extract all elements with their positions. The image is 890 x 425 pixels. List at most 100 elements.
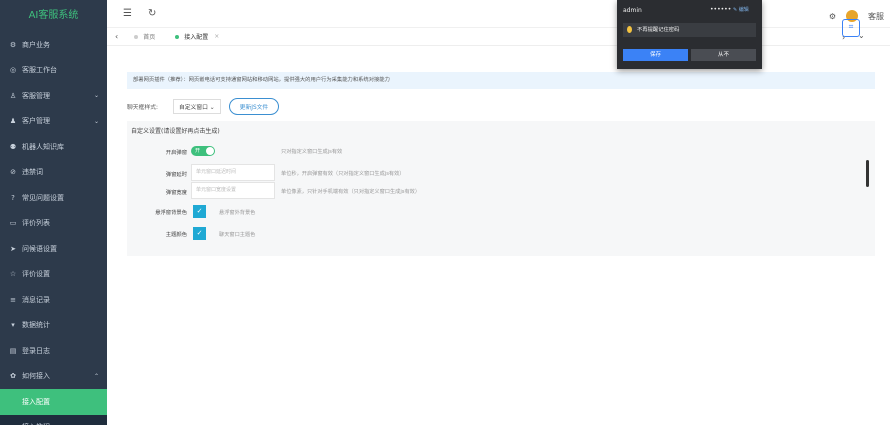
brand-title: AI客服系统	[28, 10, 79, 21]
chevron-icon: ⌄	[93, 117, 99, 125]
sidebar-item-label: 客户管理	[22, 117, 50, 126]
tab-label: 接入配置	[184, 34, 209, 41]
sidebar-item-label: 商户业务	[22, 40, 50, 49]
sidebar-item-label: 常见问题设置	[22, 193, 64, 202]
comment-icon: ▭	[9, 219, 17, 228]
tab-dot-icon	[134, 34, 139, 39]
chevron-icon: ⌃	[93, 372, 99, 380]
popup-delay-label: 弹窗延时	[165, 172, 187, 178]
sidebar-item-3[interactable]: ♟ 客户管理 ⌄	[0, 109, 107, 135]
users-icon: ♟	[9, 117, 17, 126]
theme-color-hint: 聊天窗口主题色	[219, 232, 256, 238]
sidebar-item-2[interactable]: ♙ 客服管理 ⌄	[0, 83, 107, 109]
popup-switch-label: 开启弹窗	[165, 150, 187, 156]
tabs-down-icon[interactable]: ⌄	[858, 31, 865, 40]
submenu-item-1[interactable]: 接入教程	[0, 415, 107, 425]
sidebar-item-12[interactable]: ▤ 登录日志	[0, 338, 107, 364]
gear-icon: ⚙	[9, 40, 17, 49]
log-icon: ▤	[9, 346, 17, 355]
chevron-icon: ⌄	[93, 92, 99, 100]
popup-never-button[interactable]: 从不	[691, 49, 756, 61]
update-js-button[interactable]: 更新JS文件	[228, 98, 280, 115]
popup-width-hint: 单位像素，只针对手机端有效（只对指定义窗口生成js有效）	[281, 189, 421, 195]
custom-settings-panel: 自定义设置(请设置好再点击生成) 开启弹窗 开 只对指定义窗口生成js有效 弹窗…	[127, 121, 875, 256]
sidebar-item-9[interactable]: ☆ 评价设置	[0, 262, 107, 288]
sidebar-item-8[interactable]: ➤ 问候语设置	[0, 236, 107, 262]
float-bg-label: 悬浮窗背景色	[155, 210, 187, 216]
sidebar-item-7[interactable]: ▭ 评价列表	[0, 211, 107, 237]
tab-dot-icon	[175, 34, 180, 39]
sidebar-item-1[interactable]: ◎ 客服工作台	[0, 58, 107, 84]
settings-icon[interactable]: ⚙	[829, 12, 836, 21]
popup-password: ••••••	[710, 6, 732, 13]
tabs-left-icon[interactable]: ‹	[115, 32, 118, 41]
headset-icon: ◎	[9, 66, 17, 75]
scrollbar-handle[interactable]	[866, 160, 869, 187]
sidebar-item-label: 违禁词	[22, 168, 43, 177]
notice-banner: 部署网页插件（推荐）：网页嵌电话可支持通窗网站和移动网站，提供强大的用户行为采集…	[127, 72, 875, 89]
sidebar-item-label: 评价列表	[22, 219, 50, 228]
theme-color-label: 主题颜色	[165, 232, 187, 238]
switch-text: 开	[195, 148, 201, 154]
sidebar-menu: ⚙ 商户业务 ◎ 客服工作台 ♙ 客服管理 ⌄ ♟ 客户管理 ⌄ ⚉ 机器人知识库 ⊘ 违禁词? 常见问题设…	[0, 32, 107, 389]
sidebar-item-4[interactable]: ⚉ 机器人知识库	[0, 134, 107, 160]
custom-settings-title: 自定义设置(请设置好再点击生成)	[131, 128, 220, 135]
sidebar-item-label: 评价设置	[22, 270, 50, 279]
popup-width-input[interactable]: 单元窗口宽度设置	[191, 182, 275, 199]
sidebar-item-13[interactable]: ✿ 如何接入 ⌃	[0, 364, 107, 390]
tabs-bar: ‹ 首页 接入配置 ×	[107, 28, 890, 46]
stats-icon: ▾	[11, 321, 15, 330]
popup-delay-hint: 单位秒，开启弹窗有效（只对指定义窗口生成js有效）	[281, 171, 405, 177]
close-icon[interactable]: ×	[214, 33, 219, 40]
chat-style-label: 聊天框样式:	[127, 105, 158, 111]
password-save-popup: admin •••••• ✎ 编辑 不再提醒记住密码 保存 从不	[617, 0, 762, 69]
tab-access-config[interactable]: 接入配置 ×	[165, 32, 229, 41]
submenu-item-0[interactable]: 接入配置	[0, 389, 107, 415]
sidebar-item-11[interactable]: ▾ 数据统计	[0, 313, 107, 339]
sidebar-item-10[interactable]: ≡ 消息记录	[0, 287, 107, 313]
menu-toggle-icon[interactable]: ☰	[123, 8, 132, 19]
sidebar: AI客服系统 ⚙ 商户业务 ◎ 客服工作台 ♙ 客服管理 ⌄ ♟ 客户管理 ⌄ ⚉ 机器人知识库 ⊘ 违禁…	[0, 0, 107, 425]
sidebar-item-label: 如何接入	[22, 372, 50, 381]
tab-home[interactable]: 首页	[124, 32, 165, 41]
sidebar-item-label: 客服工作台	[22, 66, 57, 75]
user-name[interactable]: 客服	[868, 11, 884, 22]
chat-style-select[interactable]: 自定义窗口 ⌄	[172, 99, 221, 114]
send-icon: ➤	[10, 244, 16, 253]
popup-save-button[interactable]: 保存	[623, 49, 688, 61]
sidebar-item-label: 登录日志	[22, 346, 50, 355]
popup-message-text: 不再提醒记住密码	[637, 27, 680, 33]
app: AI客服系统 ⚙ 商户业务 ◎ 客服工作台 ♙ 客服管理 ⌄ ♟ 客户管理 ⌄ ⚉ 机器人知识库 ⊘ 违禁…	[0, 0, 890, 425]
popup-width-label: 弹窗宽度	[165, 190, 187, 196]
popup-username: admin	[623, 7, 642, 14]
tab-label: 首页	[143, 34, 156, 41]
topbar: ☰ ↻	[107, 0, 890, 28]
message-icon: ≡	[10, 295, 16, 304]
question-icon: ?	[11, 193, 15, 202]
setting-icon: ✿	[10, 372, 16, 381]
popup-message: 不再提醒记住密码	[623, 23, 756, 37]
robot-icon: ⚉	[9, 142, 17, 151]
sidebar-item-5[interactable]: ⊘ 违禁词	[0, 160, 107, 186]
popup-switch[interactable]: 开	[191, 146, 215, 156]
sidebar-item-label: 消息记录	[22, 295, 50, 304]
sidebar-item-0[interactable]: ⚙ 商户业务	[0, 32, 107, 58]
theme-color-picker[interactable]: ✓	[193, 227, 206, 240]
rate-icon: ☆	[9, 270, 17, 279]
popup-delay-input[interactable]: 单元窗口延迟时间	[191, 164, 275, 181]
chat-style-row: 聊天框样式: 自定义窗口 ⌄ 更新JS文件	[127, 98, 280, 115]
popup-edit-link[interactable]: ✎ 编辑	[733, 6, 749, 13]
sidebar-submenu: 接入配置接入教程	[0, 389, 107, 425]
main-area: ☰ ↻ ‹ 首页 接入配置 × 部署网页插件（推荐）：网页嵌电话可支持通窗网站和移…	[107, 0, 890, 425]
user-icon: ♙	[9, 91, 17, 100]
ban-icon: ⊘	[10, 168, 16, 177]
bulb-icon	[627, 26, 632, 33]
refresh-icon[interactable]: ↻	[148, 8, 156, 19]
tabs-right-icon[interactable]: ›	[842, 33, 845, 42]
popup-switch-hint: 只对指定义窗口生成js有效	[281, 149, 343, 155]
sidebar-item-label: 机器人知识库	[22, 142, 64, 151]
sidebar-item-6[interactable]: ? 常见问题设置	[0, 185, 107, 211]
float-bg-color-picker[interactable]: ✓	[193, 205, 206, 218]
sidebar-item-label: 数据统计	[22, 321, 50, 330]
switch-knob	[206, 147, 214, 155]
